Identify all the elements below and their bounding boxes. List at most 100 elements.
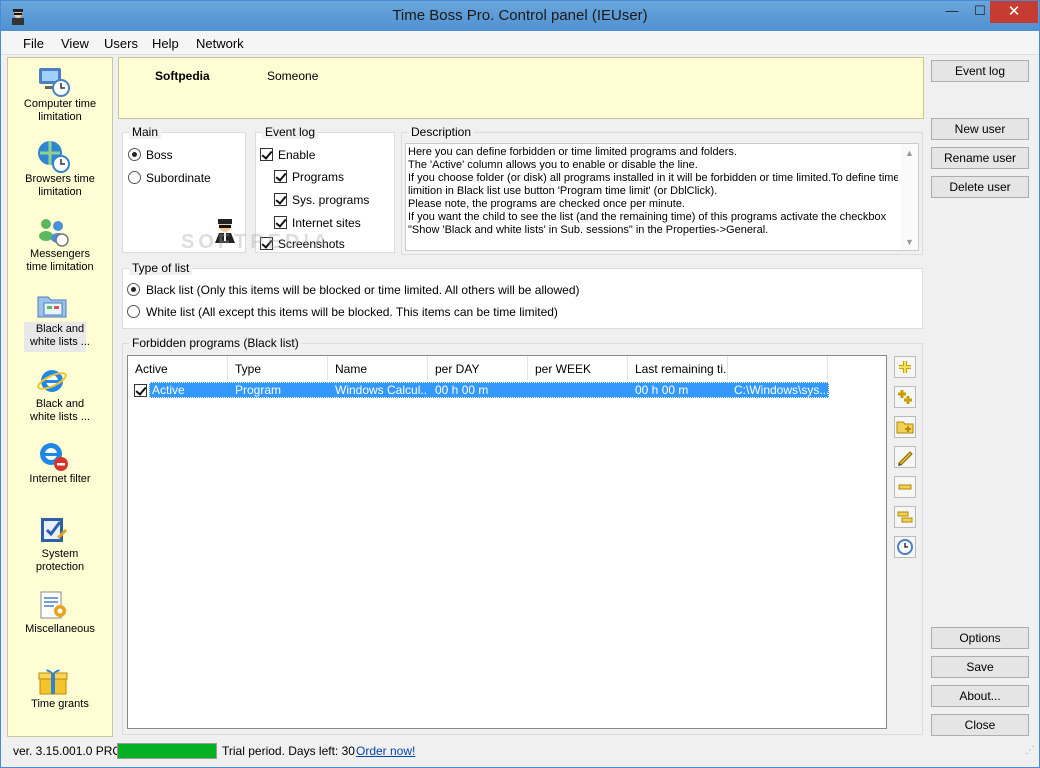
black-list-label[interactable]: Black list (Only this items will be bloc… [146, 283, 579, 297]
add-icon [899, 361, 911, 373]
sidebar-label: white lists ... [30, 336, 90, 348]
status-bar: ver. 3.15.001.0 PRO Trial period. Days l… [1, 739, 1039, 767]
column-header-name[interactable]: Name [328, 356, 428, 380]
close-window-button[interactable]: ✕ [990, 1, 1038, 23]
enable-label[interactable]: Enable [278, 148, 315, 162]
event-log-button[interactable]: Event log [931, 60, 1029, 82]
scroll-up-icon[interactable]: ▲ [905, 147, 914, 160]
edit-button[interactable] [894, 446, 916, 468]
column-header-path[interactable] [728, 356, 828, 380]
sidebar-label: Internet filter [29, 473, 91, 485]
subordinate-label[interactable]: Subordinate [146, 171, 211, 185]
computer-clock-icon [39, 68, 70, 97]
user-login-name: Softpedia [155, 69, 210, 83]
sys-programs-label[interactable]: Sys. programs [292, 193, 369, 207]
internet-explorer-icon [37, 370, 67, 392]
scroll-down-icon[interactable]: ▼ [905, 236, 914, 249]
boss-label[interactable]: Boss [146, 148, 173, 162]
sidebar-item-system-protection[interactable]: System protection [8, 510, 112, 585]
sidebar-label: System [41, 548, 79, 560]
minimize-button[interactable]: — [937, 1, 967, 23]
subordinate-radio[interactable] [128, 171, 141, 184]
menu-bar: File View Users Help Network [1, 31, 1039, 55]
add-multiple-button[interactable] [894, 386, 916, 408]
gift-icon [38, 669, 68, 695]
delete-user-button[interactable]: Delete user [931, 176, 1029, 198]
order-now-link[interactable]: Order now! [356, 744, 415, 758]
row-active-checkbox[interactable] [134, 384, 147, 397]
description-title: Description [408, 125, 475, 139]
program-time-limit-button[interactable] [894, 536, 916, 558]
black-list-radio[interactable] [127, 283, 140, 296]
programs-checkbox[interactable] [274, 170, 287, 183]
sidebar-item-browsers-time[interactable]: Browsers time limitation [8, 135, 112, 210]
add-multiple-icon [898, 390, 912, 404]
menu-view[interactable]: View [61, 36, 89, 51]
watermark: SOFTPEDIA [181, 231, 332, 253]
sidebar-item-internet-filter[interactable]: Internet filter [8, 435, 112, 510]
add-folder-button[interactable] [894, 416, 916, 438]
menu-help[interactable]: Help [152, 36, 179, 51]
forbidden-programs-title: Forbidden programs (Black list) [129, 336, 302, 350]
sidebar-item-black-white-lists-programs[interactable]: Black and white lists ... [8, 285, 112, 360]
description-line: "Show 'Black and white lists' in Sub. se… [408, 224, 769, 236]
sidebar-label: limitation [38, 111, 82, 123]
save-button[interactable]: Save [931, 656, 1029, 678]
rename-user-button[interactable]: Rename user [931, 147, 1029, 169]
white-list-label[interactable]: White list (All except this items will b… [146, 305, 558, 319]
user-info-panel: Softpedia Someone [118, 57, 924, 119]
resize-grip-icon[interactable]: ⋰ [1025, 745, 1035, 756]
white-list-radio[interactable] [127, 305, 140, 318]
about-button[interactable]: About... [931, 685, 1029, 707]
miscellaneous-icon [40, 591, 66, 619]
remove-button[interactable] [894, 476, 916, 498]
menu-file[interactable]: File [23, 36, 44, 51]
sidebar-item-black-white-lists-internet[interactable]: Black and white lists ... [8, 360, 112, 435]
sidebar-label: Black and [35, 323, 85, 335]
options-button[interactable]: Options [931, 627, 1029, 649]
sidebar-item-messengers[interactable]: Messengers time limitation [8, 210, 112, 285]
cell-per-day: 00 h 00 m [435, 383, 489, 397]
system-protection-icon [41, 518, 68, 542]
trial-progress-fill [118, 744, 216, 758]
boss-radio[interactable] [128, 148, 141, 161]
description-line: If you choose folder (or disk) all progr… [408, 172, 898, 184]
messengers-icon [39, 219, 69, 247]
sidebar-label: Time grants [31, 698, 89, 710]
sidebar-label: Browsers time [25, 173, 95, 185]
new-user-button[interactable]: New user [931, 118, 1029, 140]
sidebar: Computer time limitation Browsers time lim… [7, 57, 113, 737]
column-header-last-remaining[interactable]: Last remaining ti... [628, 356, 728, 380]
edit-pencil-icon [898, 451, 913, 466]
cell-type: Program [235, 383, 282, 397]
title-bar[interactable]: Time Boss Pro. Control panel (IEUser) — … [1, 1, 1039, 31]
description-text[interactable]: Here you can define forbidden or time li… [405, 143, 919, 251]
forbidden-programs-table[interactable]: Active Type Name per DAY per WEEK Last r… [127, 355, 887, 729]
sidebar-item-time-grants[interactable]: Time grants [8, 660, 112, 735]
window-title: Time Boss Pro. Control panel (IEUser) [392, 7, 648, 24]
description-line: The 'Active' column allows you to enable… [408, 159, 698, 171]
column-header-active[interactable]: Active [128, 356, 228, 380]
sidebar-item-miscellaneous[interactable]: Miscellaneous [8, 585, 112, 660]
menu-users[interactable]: Users [104, 36, 138, 51]
sidebar-label: Messengers [30, 248, 90, 260]
remove-icon [898, 484, 912, 490]
event-log-group-title: Event log [262, 125, 319, 139]
column-header-type[interactable]: Type [228, 356, 328, 380]
sys-programs-checkbox[interactable] [274, 193, 287, 206]
remove-multiple-button[interactable] [894, 506, 916, 528]
column-header-per-week[interactable]: per WEEK [528, 356, 628, 380]
menu-network[interactable]: Network [196, 36, 244, 51]
close-button[interactable]: Close [931, 714, 1029, 736]
internet-filter-icon [40, 443, 68, 471]
internet-sites-label[interactable]: Internet sites [292, 216, 361, 230]
programs-label[interactable]: Programs [292, 170, 344, 184]
enable-checkbox[interactable] [260, 148, 273, 161]
sidebar-item-computer-time[interactable]: Computer time limitation [8, 60, 112, 135]
description-line: limition in Black list use button 'Progr… [408, 185, 718, 197]
add-program-button[interactable] [894, 356, 916, 378]
sidebar-label: Computer time [23, 98, 97, 110]
internet-sites-checkbox[interactable] [274, 216, 287, 229]
description-scrollbar[interactable]: ▲ ▼ [901, 144, 918, 250]
column-header-per-day[interactable]: per DAY [428, 356, 528, 380]
